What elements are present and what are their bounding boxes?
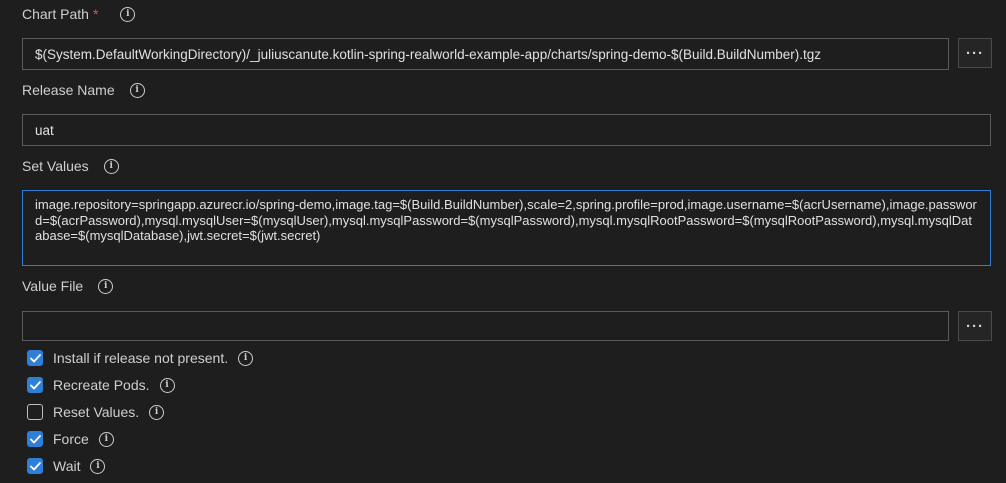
release-name-label: Release Name bbox=[22, 82, 115, 98]
set-values-textarea[interactable]: image.repository=springapp.azurecr.io/sp… bbox=[22, 190, 991, 266]
value-file-input[interactable] bbox=[22, 311, 949, 341]
option-label: Install if release not present. bbox=[53, 350, 229, 366]
set-values-label-row: Set Values i bbox=[22, 158, 119, 174]
option-row[interactable]: Install if release not present. i bbox=[27, 350, 254, 366]
chart-path-label: Chart Path bbox=[22, 6, 89, 22]
option-checkbox[interactable] bbox=[27, 377, 43, 393]
option-label: Reset Values. bbox=[53, 404, 140, 420]
info-icon[interactable]: i bbox=[98, 431, 114, 447]
option-label: Recreate Pods. bbox=[53, 377, 150, 393]
checkmark-icon bbox=[29, 380, 41, 389]
option-checkbox[interactable] bbox=[27, 404, 43, 420]
checkmark-icon bbox=[29, 434, 41, 443]
info-icon[interactable]: i bbox=[129, 82, 145, 98]
required-marker: * bbox=[92, 6, 99, 22]
option-checkbox[interactable] bbox=[27, 350, 43, 366]
option-checkbox[interactable] bbox=[27, 458, 43, 474]
option-label: Wait bbox=[53, 458, 81, 474]
helm-task-form: Chart Path * i $(System.DefaultWorkingDi… bbox=[0, 0, 1006, 483]
info-icon[interactable]: i bbox=[149, 404, 165, 420]
checkmark-icon bbox=[29, 461, 41, 470]
info-icon[interactable]: i bbox=[238, 350, 254, 366]
option-label: Force bbox=[53, 431, 89, 447]
release-name-label-row: Release Name i bbox=[22, 82, 145, 98]
option-row[interactable]: Recreate Pods. i bbox=[27, 377, 175, 393]
chart-path-input[interactable]: $(System.DefaultWorkingDirectory)/_juliu… bbox=[22, 38, 949, 70]
option-row[interactable]: Reset Values. i bbox=[27, 404, 165, 420]
option-row[interactable]: Force i bbox=[27, 431, 114, 447]
set-values-label: Set Values bbox=[22, 158, 89, 174]
value-file-browse-button[interactable]: ··· bbox=[958, 311, 992, 341]
info-icon[interactable]: i bbox=[120, 6, 136, 22]
checkmark-icon bbox=[29, 353, 41, 362]
value-file-label-row: Value File i bbox=[22, 278, 114, 294]
value-file-label: Value File bbox=[22, 278, 84, 294]
chart-path-browse-button[interactable]: ··· bbox=[958, 38, 992, 68]
info-icon[interactable]: i bbox=[159, 377, 175, 393]
release-name-input[interactable]: uat bbox=[22, 114, 991, 146]
option-row[interactable]: Wait i bbox=[27, 458, 106, 474]
info-icon[interactable]: i bbox=[98, 278, 114, 294]
info-icon[interactable]: i bbox=[103, 158, 119, 174]
option-checkbox[interactable] bbox=[27, 431, 43, 447]
chart-path-label-row: Chart Path * i bbox=[22, 6, 136, 22]
info-icon[interactable]: i bbox=[90, 458, 106, 474]
